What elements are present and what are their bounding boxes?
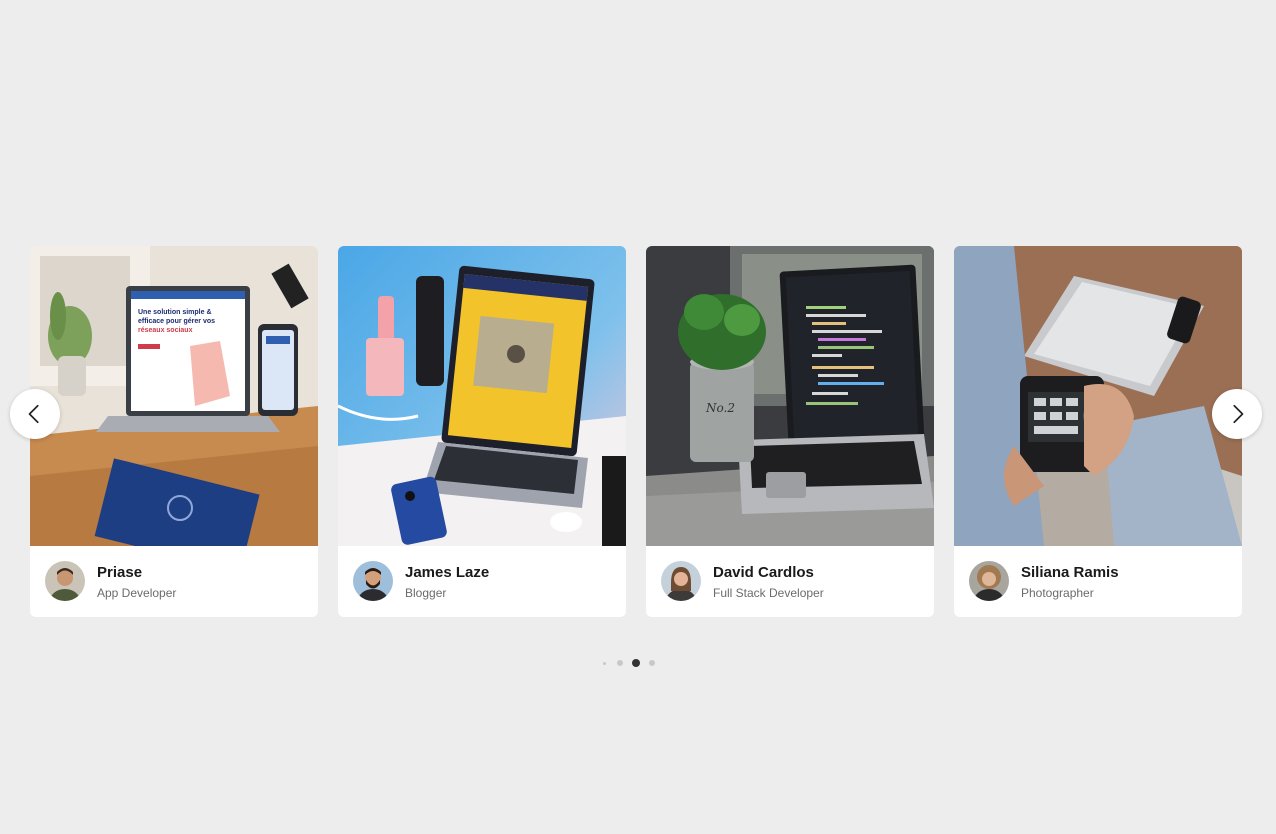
woman-avatar-photo [661,561,701,601]
chevron-right-icon [1233,404,1244,424]
card-role: Full Stack Developer [713,586,824,600]
pagination-dot-active[interactable] [632,659,640,667]
svg-text:No.2: No.2 [705,401,735,415]
svg-text:réseaux sociaux: réseaux sociaux [138,327,193,334]
card-footer: James Laze Blogger [338,546,626,617]
card-footer: Siliana Ramis Photographer [954,546,1242,617]
card-role: Blogger [405,586,447,600]
card-role: App Developer [97,586,177,600]
pagination-dot[interactable] [649,660,655,666]
camera-in-hands-photo [954,246,1242,546]
laptop-on-wooden-desk-photo: Une solution simple & efficace pour gére… [30,246,318,546]
card-name: Siliana Ramis [1021,564,1119,581]
pagination-dot[interactable] [602,661,606,665]
card-role: Photographer [1021,586,1094,600]
woman-curly-hair-avatar-photo [969,561,1009,601]
card-footer: David Cardlos Full Stack Developer [646,546,934,617]
chevron-left-icon [28,404,39,424]
man-avatar-photo [45,561,85,601]
carousel-track: Une solution simple & efficace pour gére… [30,246,1242,617]
profile-card[interactable]: James Laze Blogger [338,246,626,617]
card-name: James Laze [405,564,490,581]
card-name: Priase [97,564,143,581]
profile-card[interactable]: No.2 David Cardlos Full Stack Developer [646,246,934,617]
svg-text:Une solution simple &: Une solution simple & [138,309,212,316]
profile-carousel: Une solution simple & efficace pour gére… [0,0,1276,834]
laptop-code-editor-photo: No.2 [646,246,934,546]
prev-button[interactable] [10,389,60,439]
pagination-dot[interactable] [617,660,623,666]
next-button[interactable] [1212,389,1262,439]
card-name: David Cardlos [713,564,814,581]
carousel-pagination [0,657,1276,669]
profile-card[interactable]: Une solution simple & efficace pour gére… [30,246,318,617]
card-footer: Priase App Developer [30,546,318,617]
profile-card[interactable]: Siliana Ramis Photographer [954,246,1242,617]
bearded-man-avatar-photo [353,561,393,601]
laptop-yellow-screen-photo [338,246,626,546]
svg-text:efficace pour gérer vos: efficace pour gérer vos [138,318,215,325]
